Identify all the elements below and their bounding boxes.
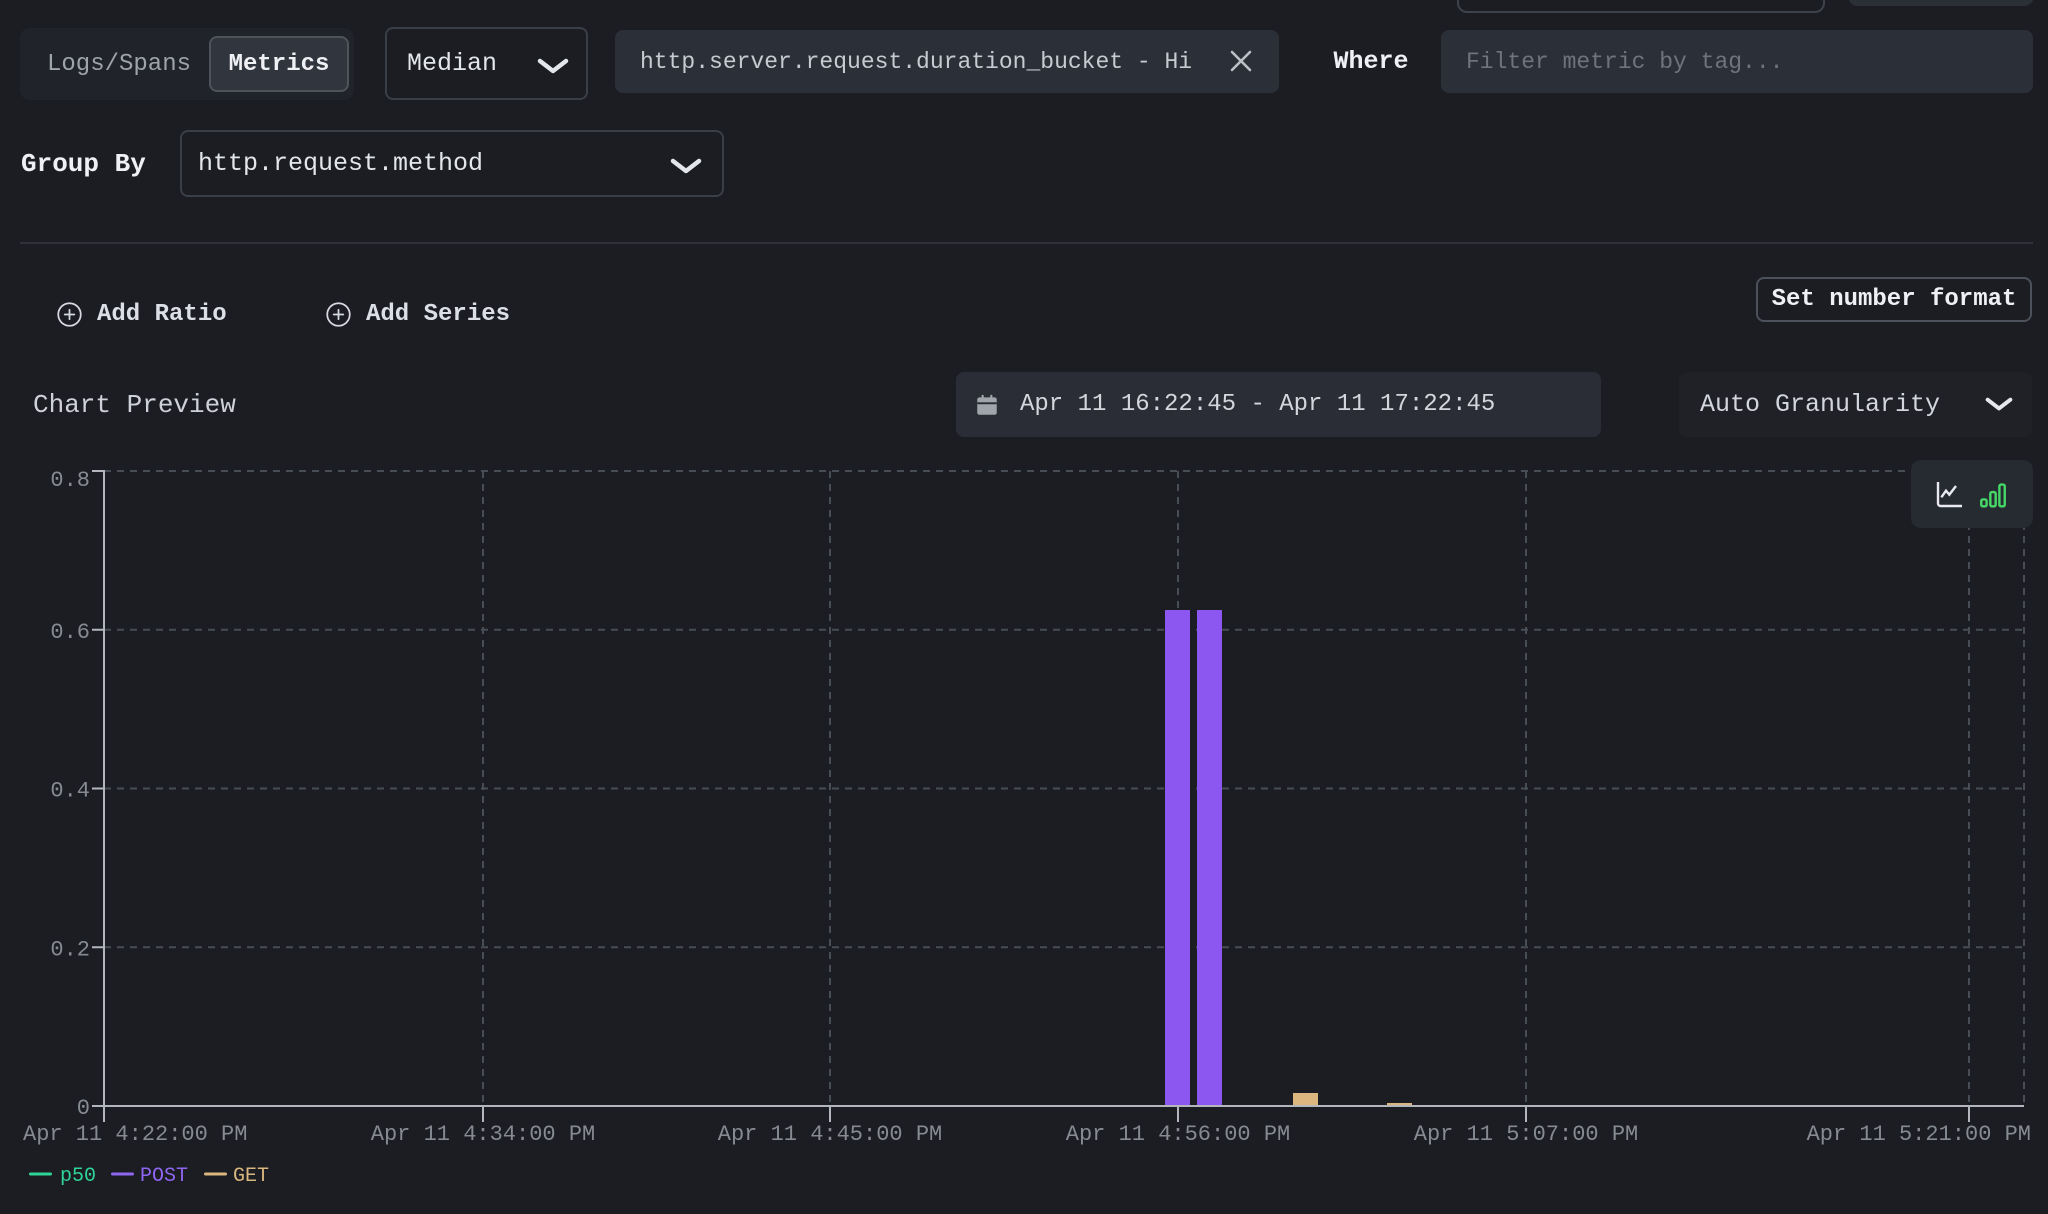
svg-text:0.2: 0.2 [50, 937, 90, 962]
svg-text:0.4: 0.4 [50, 779, 90, 804]
svg-text:Apr 11 4:22:00 PM: Apr 11 4:22:00 PM [23, 1122, 247, 1147]
svg-text:Apr 11 5:21:00 PM: Apr 11 5:21:00 PM [1807, 1122, 2031, 1147]
svg-text:0: 0 [77, 1096, 90, 1121]
svg-text:0.6: 0.6 [50, 620, 90, 645]
svg-text:0.8: 0.8 [50, 468, 90, 493]
svg-text:Apr 11 4:56:00 PM: Apr 11 4:56:00 PM [1066, 1122, 1290, 1147]
svg-text:Apr 11 4:34:00 PM: Apr 11 4:34:00 PM [371, 1122, 595, 1147]
svg-text:POST: POST [140, 1165, 188, 1188]
svg-text:Apr 11 4:45:00 PM: Apr 11 4:45:00 PM [718, 1122, 942, 1147]
svg-text:GET: GET [233, 1165, 269, 1188]
svg-text:p50: p50 [60, 1165, 96, 1188]
svg-text:Apr 11 5:07:00 PM: Apr 11 5:07:00 PM [1414, 1122, 1638, 1147]
